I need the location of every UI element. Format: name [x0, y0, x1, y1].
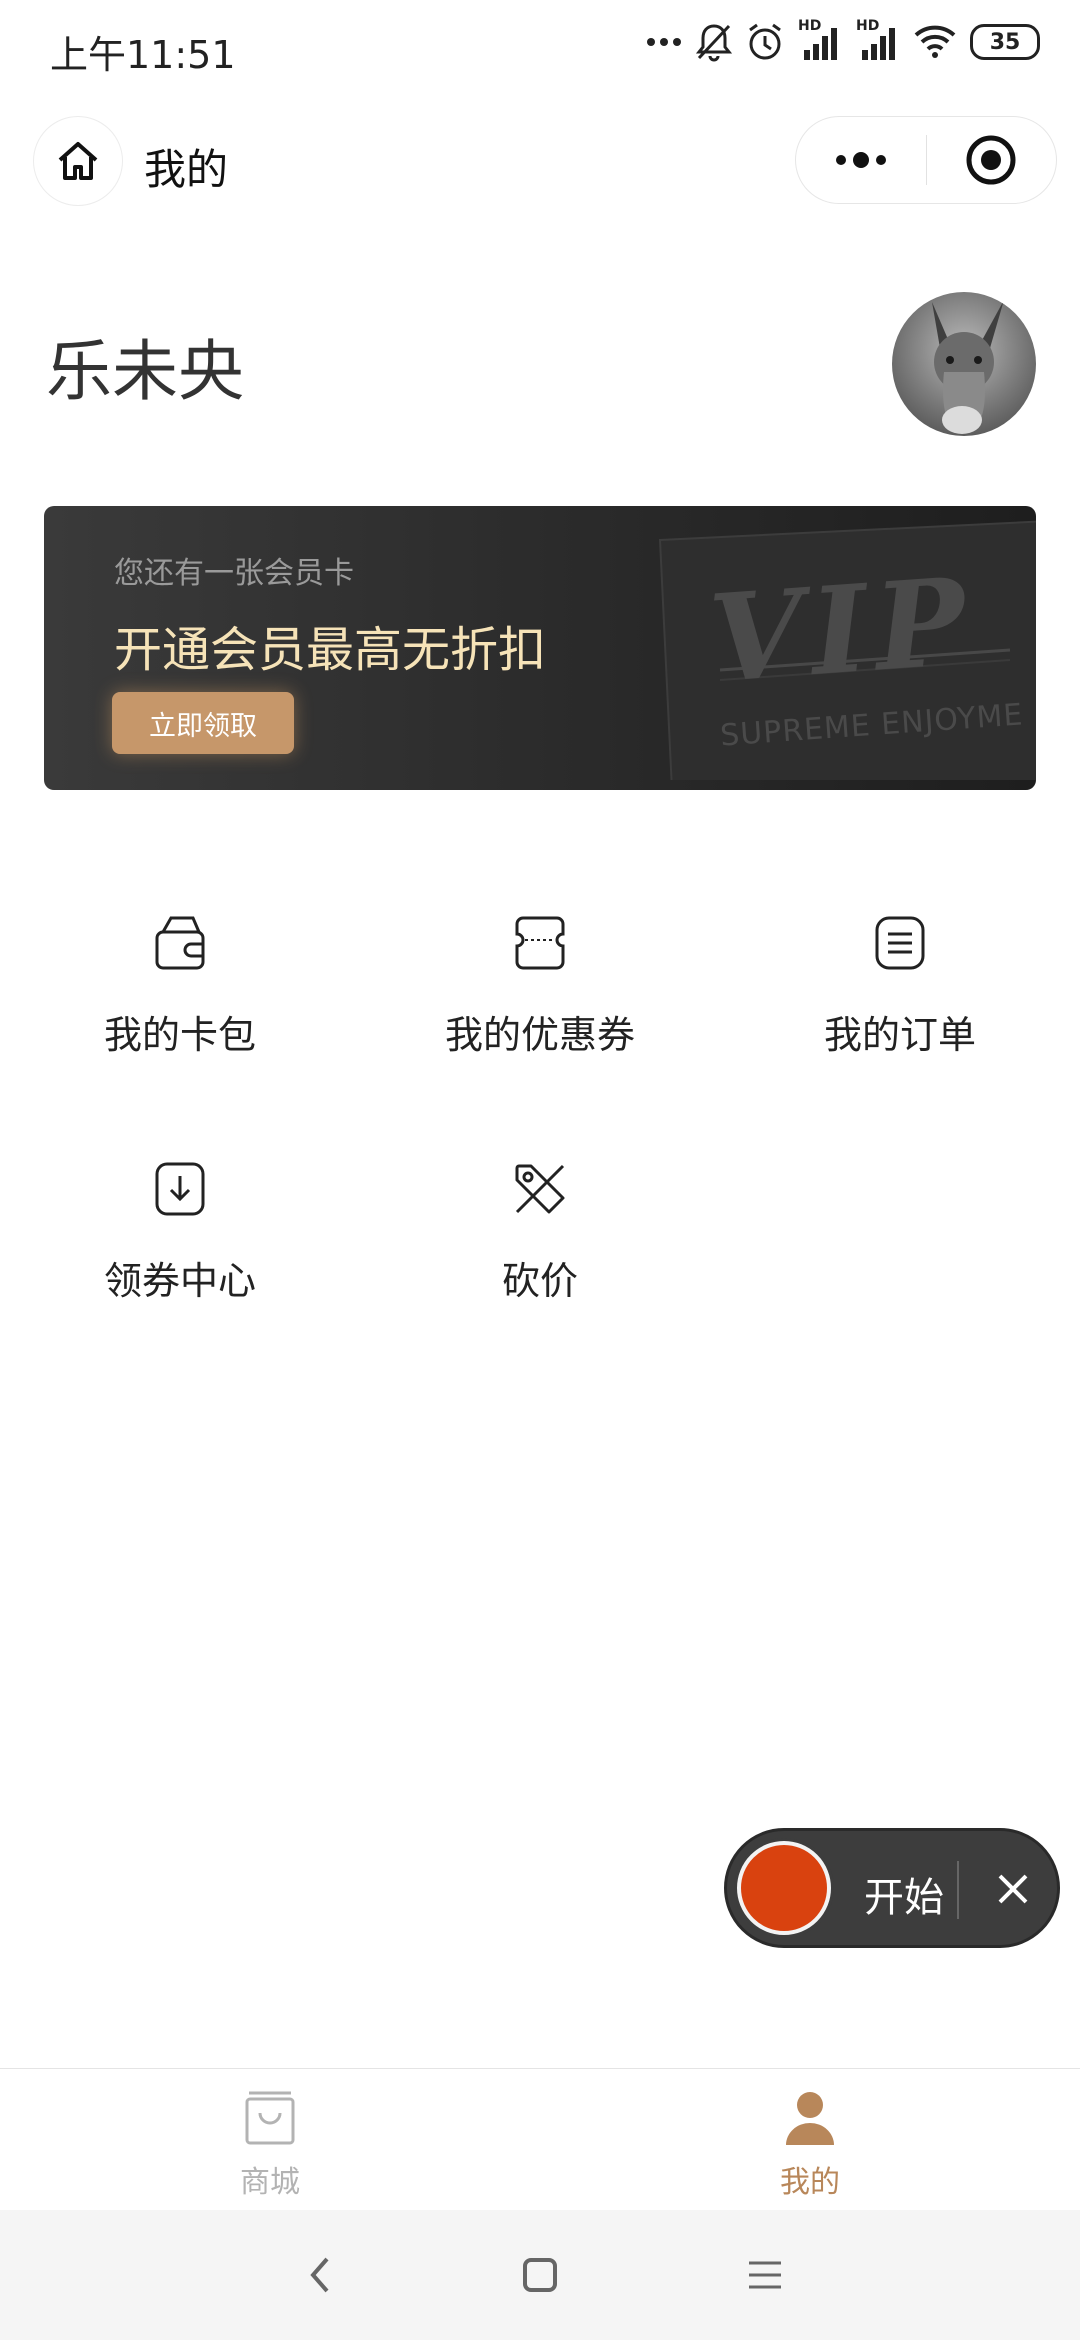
status-icons: HD HD 35 [646, 18, 1040, 62]
target-circle-icon [966, 135, 1016, 185]
menu-item-coupons[interactable]: 我的优惠券 [420, 914, 660, 1059]
floating-recorder: 开始 [724, 1828, 1060, 1948]
close-float-button[interactable] [977, 1853, 1049, 1925]
tab-mall[interactable]: 商城 [0, 2069, 540, 2211]
system-menu-button[interactable] [735, 2245, 795, 2305]
wallet-icon [155, 916, 205, 970]
page-title: 我的 [144, 145, 229, 194]
system-home-button[interactable] [510, 2245, 570, 2305]
close-icon [998, 1874, 1028, 1904]
signal-2-label: HD [856, 18, 880, 34]
battery-level: 35 [989, 29, 1021, 55]
more-dots-icon [647, 38, 681, 46]
signal-1-label: HD [798, 18, 822, 34]
mute-bell-icon [696, 24, 732, 62]
tab-label: 商城 [240, 2165, 300, 2200]
avatar[interactable] [892, 292, 1036, 436]
user-name: 乐未央 [46, 333, 244, 410]
system-back-button[interactable] [290, 2245, 350, 2305]
record-button[interactable] [737, 1841, 831, 1935]
tab-mine[interactable]: 我的 [540, 2069, 1080, 2211]
home-square-icon [523, 2258, 557, 2292]
alarm-icon [749, 23, 781, 60]
mini-program-capsule [795, 116, 1057, 204]
download-coupon-icon [155, 1162, 205, 1216]
menu-item-label: 我的订单 [823, 1013, 976, 1057]
menu-icon [749, 2261, 781, 2289]
menu-item-label: 砍价 [501, 1259, 578, 1303]
signal-2: HD [856, 18, 900, 62]
signal-1: HD [798, 18, 842, 62]
home-button[interactable] [33, 116, 123, 206]
menu-item-label: 领券中心 [103, 1259, 256, 1303]
system-nav-bar [0, 2210, 1080, 2340]
tab-bar: 商城 我的 [0, 2068, 1080, 2211]
price-tag-icon [515, 1164, 565, 1214]
donkey-avatar [892, 292, 1036, 436]
more-button[interactable] [796, 117, 926, 203]
status-time: 上午11:51 [50, 33, 236, 77]
vip-card-text: VIP [705, 550, 979, 711]
exit-button[interactable] [926, 117, 1056, 203]
vip-title: 开通会员最高无折扣 [114, 622, 547, 678]
vip-banner[interactable]: VIP SUPREME ENJOYME 您还有一张会员卡 开通会员最高无折扣 立… [44, 506, 1036, 790]
menu-item-label: 我的优惠券 [444, 1013, 635, 1057]
user-icon [786, 2092, 834, 2145]
menu-item-bargain[interactable]: 砍价 [420, 1160, 660, 1305]
coupon-icon [515, 916, 565, 970]
battery-icon: 35 [970, 24, 1040, 60]
claim-vip-button[interactable]: 立即领取 [112, 692, 294, 754]
menu-item-label: 我的卡包 [103, 1013, 256, 1057]
vip-subtitle: 您还有一张会员卡 [114, 556, 354, 591]
menu-item-card-wallet[interactable]: 我的卡包 [60, 914, 300, 1059]
float-divider [957, 1861, 959, 1919]
tab-label: 我的 [780, 2165, 840, 2200]
wifi-icon [914, 25, 956, 58]
vip-card-graphic: VIP SUPREME ENJOYME [650, 520, 1036, 780]
nav-bar: 我的 [0, 112, 1080, 212]
start-label[interactable]: 开始 [864, 1865, 944, 1923]
order-list-icon [875, 916, 925, 970]
back-icon [310, 2257, 329, 2293]
home-icon [58, 142, 98, 180]
more-dots-icon [836, 152, 886, 168]
status-bar: 上午11:51 HD HD 35 [0, 0, 1080, 100]
menu-item-orders[interactable]: 我的订单 [780, 914, 1020, 1059]
menu-item-coupon-center[interactable]: 领券中心 [60, 1160, 300, 1305]
shopping-bag-icon [245, 2091, 295, 2145]
